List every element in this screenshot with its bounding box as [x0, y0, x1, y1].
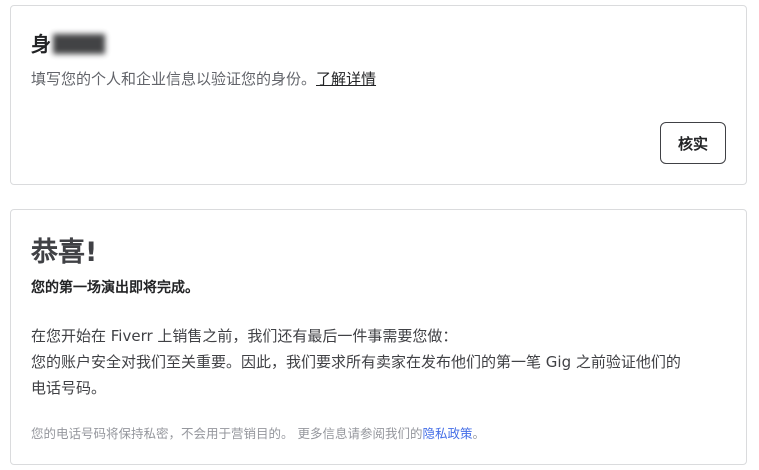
identity-description-text: 填写您的个人和企业信息以验证您的身份。 — [31, 70, 317, 88]
privacy-note-end: 。 — [472, 426, 486, 441]
phone-verification-explanation: 在您开始在 Fiverr 上销售之前，我们还有最后一件事需要您做： 您的账户安全… — [31, 323, 731, 401]
explanation-line-2: 您的账户安全对我们至关重要。因此，我们要求所有卖家在发布他们的第一笔 Gig 之… — [31, 353, 681, 371]
identity-title-obscured — [53, 34, 105, 54]
phone-verification-card: 恭喜! 您的第一场演出即将完成。 在您开始在 Fiverr 上销售之前，我们还有… — [10, 209, 747, 465]
learn-more-link[interactable]: 了解详情 — [316, 70, 376, 88]
verify-button[interactable]: 核实 — [660, 122, 726, 164]
privacy-note-text: 您的电话号码将保持私密，不会用于营销目的。 更多信息请参阅我们的 — [31, 426, 423, 441]
identity-title: 身 — [31, 28, 105, 57]
explanation-line-1: 在您开始在 Fiverr 上销售之前，我们还有最后一件事需要您做： — [31, 327, 458, 345]
privacy-note: 您的电话号码将保持私密，不会用于营销目的。 更多信息请参阅我们的隐私政策。 — [31, 423, 485, 442]
identity-title-visible: 身 — [31, 32, 51, 56]
congrats-heading: 恭喜! — [31, 237, 98, 268]
privacy-policy-link[interactable]: 隐私政策 — [422, 426, 472, 441]
gig-almost-done-subheading: 您的第一场演出即将完成。 — [31, 280, 199, 296]
identity-verification-card: 身 填写您的个人和企业信息以验证您的身份。了解详情 核实 — [10, 5, 747, 185]
identity-description: 填写您的个人和企业信息以验证您的身份。了解详情 — [31, 68, 376, 89]
explanation-line-3: 电话号码。 — [31, 379, 107, 397]
